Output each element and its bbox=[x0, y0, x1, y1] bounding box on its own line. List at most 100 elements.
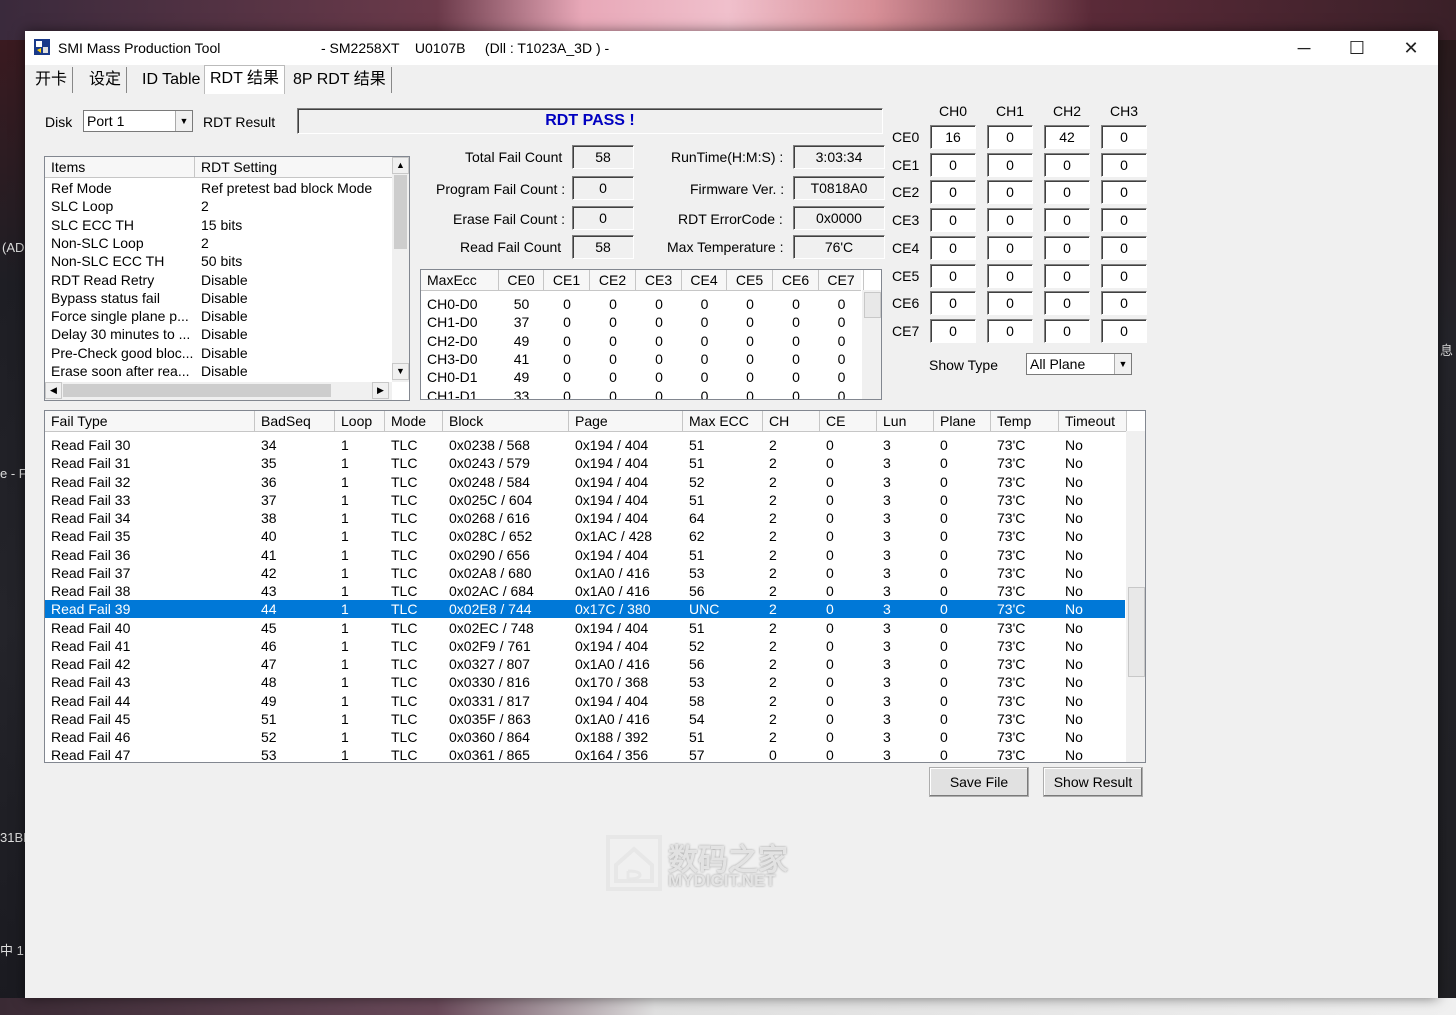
table-row-selected[interactable]: Read Fail 39 44 1 TLC 0x02E8 / 744 0x17C / 38… bbox=[45, 600, 1125, 619]
list-cell: 2 bbox=[201, 234, 209, 251]
list-item[interactable]: Erase soon after rea... Disable bbox=[45, 362, 392, 380]
table-cell: CH2-D0 bbox=[427, 332, 478, 349]
column-header[interactable]: CE3 bbox=[636, 270, 682, 290]
table-cell: 0 bbox=[826, 674, 834, 691]
table-row[interactable]: CH2-D0 49 0 0 0 0 0 0 0 bbox=[421, 332, 861, 350]
list-item[interactable]: Delay 30 minutes to ... Disable bbox=[45, 325, 392, 343]
scroll-down-icon[interactable]: ▼ bbox=[392, 363, 409, 380]
scroll-thumb[interactable] bbox=[63, 384, 331, 397]
column-header[interactable]: CE4 bbox=[682, 270, 727, 290]
table-row[interactable]: Read Fail 32 36 1 TLC 0x0248 / 584 0x194 / 40… bbox=[45, 473, 1125, 491]
table-row[interactable]: Read Fail 40 45 1 TLC 0x02EC / 748 0x194 / 40… bbox=[45, 619, 1125, 637]
table-row[interactable]: CH1-D1 33 0 0 0 0 0 0 0 bbox=[421, 387, 861, 400]
column-header[interactable]: Block bbox=[443, 411, 569, 431]
table-row[interactable]: CH1-D0 37 0 0 0 0 0 0 0 bbox=[421, 313, 861, 331]
column-header[interactable]: CE bbox=[820, 411, 877, 431]
list-item[interactable]: RDT Read Retry Disable bbox=[45, 271, 392, 289]
table-cell: No bbox=[1065, 637, 1083, 654]
minimize-button[interactable]: ─ bbox=[1277, 31, 1331, 65]
read-fail-label: Read Fail Count bbox=[460, 239, 562, 255]
list-item[interactable]: Pre-Check good bloc... Disable bbox=[45, 344, 392, 362]
column-header[interactable]: RDT Setting bbox=[195, 157, 393, 177]
column-header[interactable]: MaxEcc bbox=[421, 270, 499, 290]
fail-table[interactable]: Fail Type BadSeq Loop Mode Block Page Max ECC C… bbox=[44, 410, 1146, 763]
table-row[interactable]: Read Fail 46 52 1 TLC 0x0360 / 864 0x188 / 39… bbox=[45, 728, 1125, 746]
table-row[interactable]: Read Fail 31 35 1 TLC 0x0243 / 579 0x194 / 40… bbox=[45, 454, 1125, 472]
title-bar[interactable]: SMI Mass Production Tool - SM2258XT U010… bbox=[25, 31, 1438, 65]
tab-kaika[interactable]: 开卡 bbox=[30, 67, 74, 93]
column-header[interactable]: CE2 bbox=[590, 270, 636, 290]
list-item[interactable]: Non-SLC Loop 2 bbox=[45, 234, 392, 252]
column-header[interactable]: CE5 bbox=[727, 270, 773, 290]
list-item[interactable]: Non-SLC ECC TH 50 bits bbox=[45, 252, 392, 270]
vertical-scrollbar[interactable]: ▲ ▼ bbox=[392, 157, 409, 382]
table-row[interactable]: Read Fail 44 49 1 TLC 0x0331 / 817 0x194 / 40… bbox=[45, 692, 1125, 710]
scroll-left-icon[interactable]: ◀ bbox=[45, 382, 62, 399]
show-type-select[interactable]: All Plane ▼ bbox=[1026, 353, 1132, 375]
table-row[interactable]: CH0-D0 50 0 0 0 0 0 0 0 bbox=[421, 295, 861, 313]
table-row[interactable]: CH3-D0 41 0 0 0 0 0 0 0 bbox=[421, 350, 861, 368]
tab-settings[interactable]: 设定 bbox=[84, 67, 128, 93]
column-header[interactable]: Lun bbox=[877, 411, 934, 431]
table-row[interactable]: Read Fail 41 46 1 TLC 0x02F9 / 761 0x194 / 40… bbox=[45, 637, 1125, 655]
list-item[interactable]: SLC Loop 2 bbox=[45, 197, 392, 215]
maxecc-table[interactable]: MaxEcc CE0 CE1 CE2 CE3 CE4 CE5 CE6 CE7 CH0-D0 50 0… bbox=[420, 269, 882, 400]
table-row[interactable]: Read Fail 35 40 1 TLC 0x028C / 652 0x1AC / 42… bbox=[45, 527, 1125, 545]
scroll-thumb[interactable] bbox=[1128, 587, 1145, 677]
table-cell: 0 bbox=[563, 387, 571, 400]
column-header[interactable]: Timeout bbox=[1059, 411, 1127, 431]
column-header[interactable]: Loop bbox=[335, 411, 385, 431]
tab-rdt-result[interactable]: RDT 结果 bbox=[204, 65, 286, 94]
disk-select[interactable]: Port 1 ▼ bbox=[83, 110, 193, 132]
scroll-thumb[interactable] bbox=[864, 292, 881, 318]
table-row[interactable]: Read Fail 36 41 1 TLC 0x0290 / 656 0x194 / 40… bbox=[45, 546, 1125, 564]
table-row[interactable]: CH0-D1 49 0 0 0 0 0 0 0 bbox=[421, 368, 861, 386]
scroll-thumb[interactable] bbox=[394, 175, 407, 249]
table-row[interactable]: Read Fail 30 34 1 TLC 0x0238 / 568 0x194 / 40… bbox=[45, 436, 1125, 454]
column-header[interactable]: CE0 bbox=[499, 270, 544, 290]
table-cell: 1 bbox=[341, 491, 349, 508]
vertical-scrollbar[interactable] bbox=[862, 290, 881, 399]
close-button[interactable]: ✕ bbox=[1384, 31, 1438, 65]
table-row[interactable]: Read Fail 37 42 1 TLC 0x02A8 / 680 0x1A0 / 41… bbox=[45, 564, 1125, 582]
column-header[interactable]: CE7 bbox=[819, 270, 864, 290]
table-row[interactable]: Read Fail 45 51 1 TLC 0x035F / 863 0x1A0 / 41… bbox=[45, 710, 1125, 728]
table-row[interactable]: Read Fail 42 47 1 TLC 0x0327 / 807 0x1A0 / 41… bbox=[45, 655, 1125, 673]
list-item[interactable]: Bypass status fail Disable bbox=[45, 289, 392, 307]
list-item[interactable]: Ref Mode Ref pretest bad block Mode bbox=[45, 179, 392, 197]
scroll-up-icon[interactable]: ▲ bbox=[392, 157, 409, 174]
column-header[interactable]: BadSeq bbox=[255, 411, 335, 431]
table-cell: 0 bbox=[609, 296, 617, 312]
table-cell: 0 bbox=[792, 332, 800, 349]
table-row[interactable]: Read Fail 38 43 1 TLC 0x02AC / 684 0x1A0 / 41… bbox=[45, 582, 1125, 600]
table-cell: No bbox=[1065, 619, 1083, 636]
column-header[interactable]: Fail Type bbox=[45, 411, 255, 431]
column-header[interactable]: CH bbox=[763, 411, 820, 431]
rdt-settings-list[interactable]: Items RDT Setting Ref Mode Ref pretest ba… bbox=[44, 156, 410, 401]
column-header[interactable]: Max ECC bbox=[683, 411, 763, 431]
horizontal-scrollbar[interactable]: ◀ ▶ bbox=[45, 382, 392, 400]
column-header[interactable]: Mode bbox=[385, 411, 443, 431]
table-row[interactable]: Read Fail 34 38 1 TLC 0x0268 / 616 0x194 / 40… bbox=[45, 509, 1125, 527]
column-header[interactable]: Plane bbox=[934, 411, 991, 431]
column-header[interactable]: Page bbox=[569, 411, 683, 431]
vertical-scrollbar[interactable] bbox=[1126, 431, 1145, 762]
scroll-right-icon[interactable]: ▶ bbox=[372, 382, 389, 399]
column-header[interactable]: Items bbox=[45, 157, 195, 177]
table-cell: 50 bbox=[513, 296, 530, 312]
column-header[interactable]: CE6 bbox=[773, 270, 819, 290]
column-header[interactable]: CE1 bbox=[544, 270, 590, 290]
column-header[interactable]: Temp bbox=[991, 411, 1059, 431]
site-watermark: 数码之家 MYDIGIT.NET bbox=[606, 835, 806, 895]
list-item[interactable]: Force single plane p... Disable bbox=[45, 307, 392, 325]
list-item[interactable]: SLC ECC TH 15 bits bbox=[45, 216, 392, 234]
tab-id-table[interactable]: ID Table bbox=[137, 67, 207, 93]
save-file-button[interactable]: Save File bbox=[929, 767, 1029, 797]
table-row[interactable]: Read Fail 43 48 1 TLC 0x0330 / 816 0x170 / 36… bbox=[45, 673, 1125, 691]
maximize-button[interactable]: ☐ bbox=[1330, 31, 1384, 65]
table-row[interactable]: Read Fail 47 53 1 TLC 0x0361 / 865 0x164 / 35… bbox=[45, 746, 1125, 762]
show-result-button[interactable]: Show Result bbox=[1043, 767, 1143, 797]
table-cell: 51 bbox=[689, 455, 705, 472]
tab-8p-rdt-result[interactable]: 8P RDT 结果 bbox=[288, 67, 392, 93]
table-row[interactable]: Read Fail 33 37 1 TLC 0x025C / 604 0x194 / 40… bbox=[45, 491, 1125, 509]
